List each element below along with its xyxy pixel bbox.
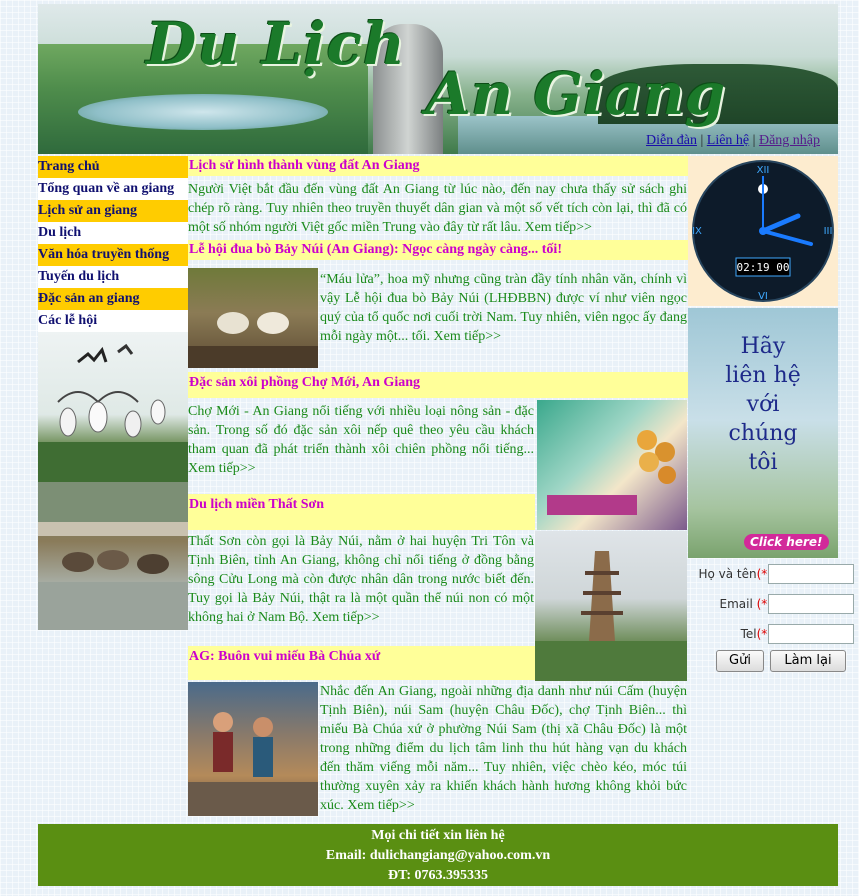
tel-row: Tel(*) xyxy=(688,622,858,648)
bull-race-photo xyxy=(38,482,188,630)
footer-email: Email: dulichangiang@yahoo.com.vn xyxy=(325,848,551,863)
email-row: Email (*) xyxy=(688,592,858,618)
page-wrapper: Du Lịch An Giang Diễn đàn | Liên hệ | Đă… xyxy=(38,4,854,890)
site-title-part1: Du Lịch xyxy=(146,10,406,78)
clock-numeral-3: III xyxy=(824,226,833,237)
submit-button[interactable]: Gửi xyxy=(716,650,764,672)
menu-item-overview[interactable]: Tổng quan về an giang xyxy=(38,178,188,200)
name-label: Họ và tên(*) xyxy=(698,567,772,581)
article-excerpt: Chợ Mới - An Giang nổi tiếng với nhiều l… xyxy=(188,404,534,476)
article-title[interactable]: AG: Buôn vui miếu Bà Chúa xứ xyxy=(188,646,535,680)
tel-field[interactable] xyxy=(768,624,854,644)
email-field[interactable] xyxy=(768,594,854,614)
site-footer: Mọi chi tiết xin liên hệ Email: dulichan… xyxy=(38,824,838,886)
footer-line: Mọi chi tiết xin liên hệ xyxy=(371,828,505,843)
menu-item-history[interactable]: Lịch sử an giang xyxy=(38,200,188,222)
clock-numeral-12: XII xyxy=(757,165,770,176)
email-label: Email (*) xyxy=(719,597,773,611)
menu-item-tours[interactable]: Tuyến du lịch xyxy=(38,266,188,288)
temple-market-photo xyxy=(188,682,318,816)
name-field[interactable] xyxy=(768,564,854,584)
link-separator: | xyxy=(752,133,756,148)
left-menu: Trang chủ Tổng quan về an giang Lịch sử … xyxy=(38,156,188,332)
article-excerpt: Nhắc đến An Giang, ngoài những địa danh … xyxy=(320,684,687,813)
footer-phone: ĐT: 0763.395335 xyxy=(387,868,489,883)
menu-item-culture[interactable]: Văn hóa truyền thống xyxy=(38,244,188,266)
login-link[interactable]: Đăng nhập xyxy=(759,133,820,148)
article-title[interactable]: Đặc sản xôi phồng Chợ Mới, An Giang xyxy=(188,372,688,398)
article-title[interactable]: Lễ hội đua bò Bảy Núi (An Giang): Ngọc c… xyxy=(188,240,688,260)
menu-item-festivals[interactable]: Các lễ hội xyxy=(38,310,188,332)
contact-link[interactable]: Liên hệ xyxy=(707,133,749,148)
ad-line: liên hệ xyxy=(725,363,801,388)
banner-pond xyxy=(78,94,328,130)
clock-numeral-6: VI xyxy=(758,291,768,302)
ad-text: Hãy liên hệ với chúng tôi xyxy=(718,332,808,477)
ad-line: với xyxy=(746,392,780,417)
article-title[interactable]: Lịch sử hình thành vùng đất An Giang xyxy=(188,156,688,176)
article-excerpt: Thất Sơn còn gọi là Bảy Núi, nằm ở hai h… xyxy=(188,534,534,625)
site-banner: Du Lịch An Giang Diễn đàn | Liên hệ | Đă… xyxy=(38,4,838,154)
menu-item-specialties[interactable]: Đặc sản an giang xyxy=(38,288,188,310)
bull-race-thumbnail xyxy=(188,268,318,368)
clock-numeral-9: IX xyxy=(692,226,702,237)
storks-photo xyxy=(38,332,188,482)
pagoda-photo xyxy=(535,531,687,681)
name-row: Họ và tên(*) xyxy=(688,562,858,588)
clock-digital-time: 02:19 00 xyxy=(737,261,790,274)
top-links: Diễn đàn | Liên hệ | Đăng nhập xyxy=(646,133,820,149)
reset-button[interactable]: Làm lại xyxy=(770,650,846,672)
link-separator: | xyxy=(700,133,704,148)
main-content: Lịch sử hình thành vùng đất An Giang Ngư… xyxy=(188,156,688,817)
click-here-button[interactable]: Click here! xyxy=(744,534,829,550)
article-title[interactable]: Du lịch miền Thất Sơn xyxy=(188,494,535,530)
ad-line: chúng tôi xyxy=(728,421,798,475)
contact-ad-banner[interactable]: Hãy liên hệ với chúng tôi Click here! xyxy=(688,308,838,558)
menu-item-tourism[interactable]: Du lịch xyxy=(38,222,188,244)
clock-widget: XII III VI IX 02:19 00 xyxy=(688,156,838,306)
article-excerpt: Người Việt bắt đầu đến vùng đất An Giang… xyxy=(188,182,687,235)
xoi-phong-photo xyxy=(537,400,687,530)
forum-link[interactable]: Diễn đàn xyxy=(646,133,697,148)
site-title-part2: An Giang xyxy=(426,60,726,128)
ad-line: Hãy xyxy=(740,334,786,359)
article-excerpt: “Máu lửa”, hoa mỹ nhưng cũng tràn đầy tí… xyxy=(320,272,687,344)
menu-item-home[interactable]: Trang chủ xyxy=(38,156,188,178)
